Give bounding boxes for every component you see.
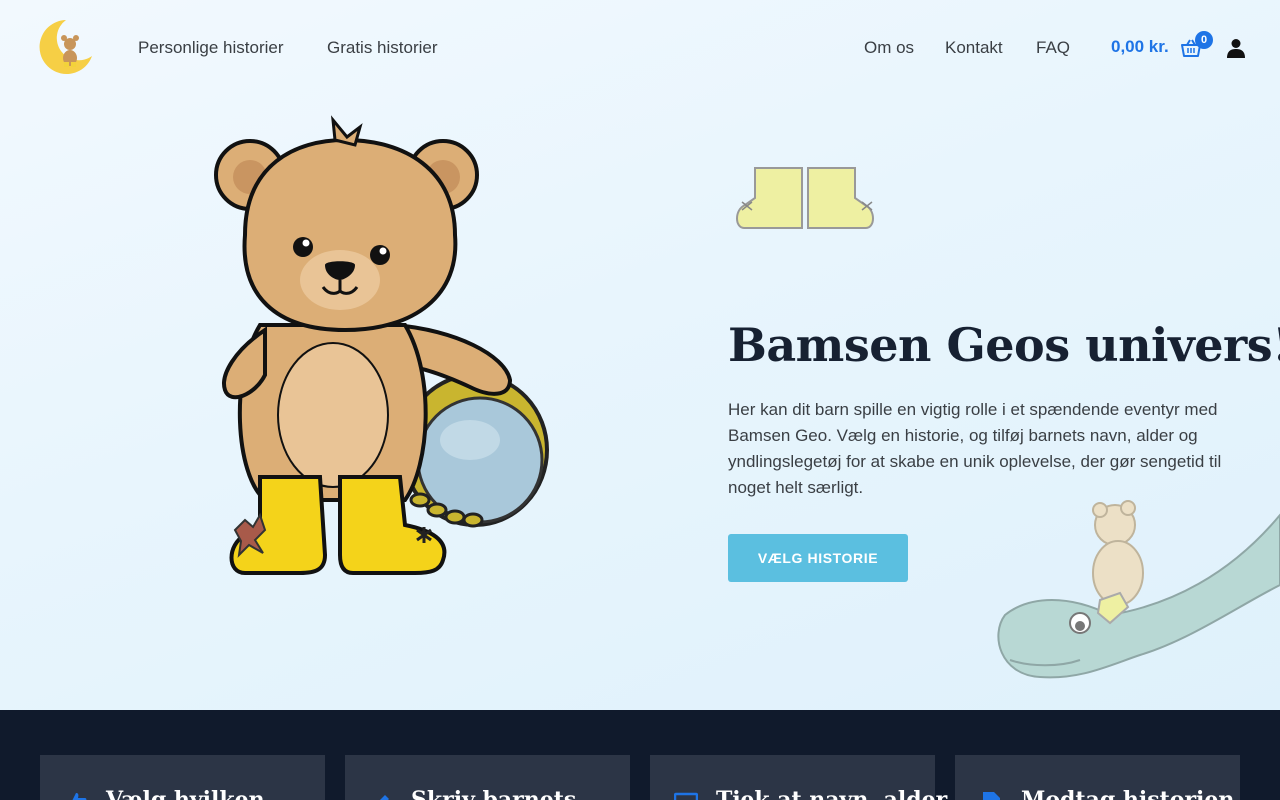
nav-om-os[interactable]: Om os: [864, 38, 914, 58]
dinosaur-bear-illustration: [997, 500, 1280, 679]
nav-kontakt[interactable]: Kontakt: [945, 38, 1003, 58]
site-header: Personlige historier Gratis historier Om…: [0, 0, 1280, 98]
moon-bear-logo-icon[interactable]: [36, 16, 94, 76]
step-title-3: Tjek at navn, alder: [716, 787, 948, 800]
nav-faq[interactable]: FAQ: [1036, 38, 1070, 58]
pencil-icon: [380, 795, 389, 800]
hero-title: Bamsen Geos univers!: [728, 318, 1280, 372]
nav-personlige-historier[interactable]: Personlige historier: [138, 38, 284, 58]
hero-description: Her kan dit barn spille en vigtig rolle …: [728, 400, 1222, 497]
thumbs-up-icon: [72, 793, 87, 800]
cart-count-badge: 0: [1195, 31, 1213, 49]
how-it-works-section: Vælg hvilken Skriv barnets Tjek at navn,…: [0, 710, 1280, 800]
bear-geo-illustration: [214, 115, 549, 575]
rain-boots-illustration: [736, 167, 874, 229]
step-card-2: Skriv barnets: [345, 755, 630, 800]
hero-section: Personlige historier Gratis historier Om…: [0, 0, 1280, 710]
step-title-4: Modtag historien: [1021, 787, 1235, 800]
cart-total[interactable]: 0,00 kr.: [1111, 37, 1169, 57]
step-title-1: Vælg hvilken: [106, 787, 265, 800]
nav-gratis-historier[interactable]: Gratis historier: [327, 38, 438, 58]
vaelg-historie-button[interactable]: VÆLG HISTORIE: [728, 534, 908, 582]
step-card-1: Vælg hvilken: [40, 755, 325, 800]
monitor-icon: [674, 792, 698, 800]
step-card-4: Modtag historien: [955, 755, 1240, 800]
step-card-3: Tjek at navn, alder: [650, 755, 947, 800]
step-title-2: Skriv barnets: [411, 787, 577, 800]
document-icon: [983, 792, 1000, 800]
user-icon[interactable]: [1226, 38, 1246, 58]
